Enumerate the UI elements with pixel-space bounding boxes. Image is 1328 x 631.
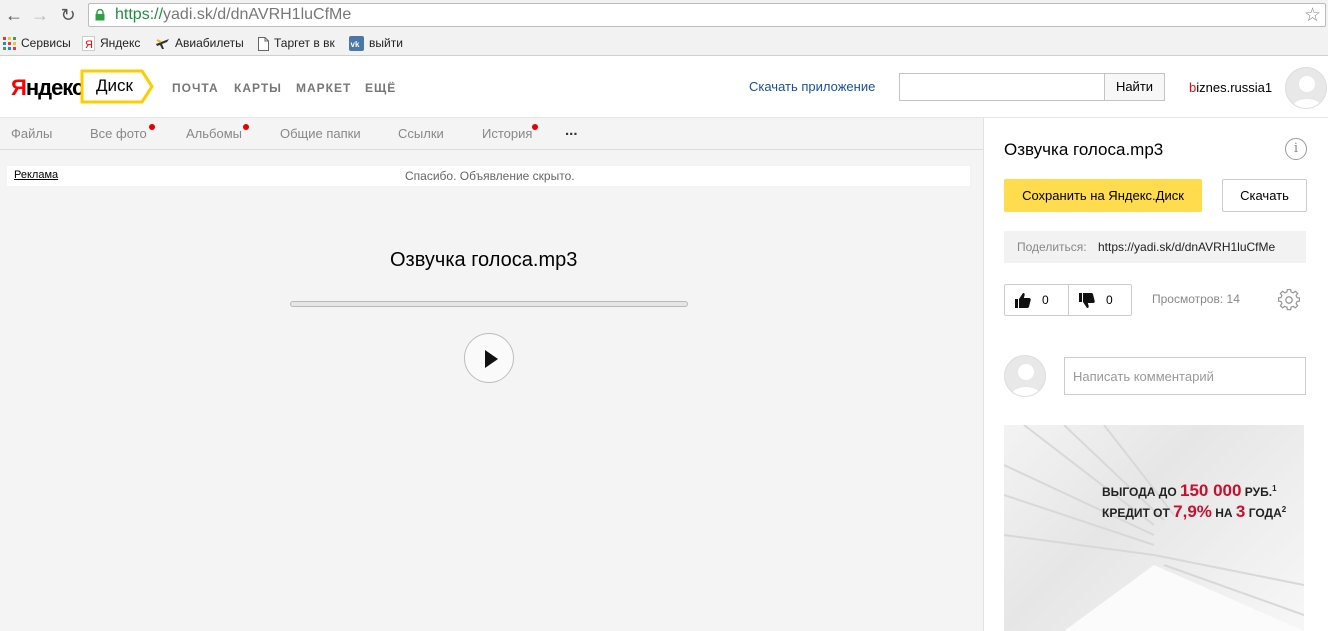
- ad-label-link[interactable]: Реклама: [14, 169, 58, 181]
- file-side-panel: Озвучка голоса.mp3 i Сохранить на Яндекс…: [983, 118, 1328, 631]
- dislike-button[interactable]: 0: [1069, 285, 1132, 315]
- tabs-more-button[interactable]: ...: [565, 122, 578, 139]
- notification-dot: [243, 124, 249, 130]
- play-button[interactable]: [464, 333, 514, 383]
- share-field[interactable]: Поделиться: https://yadi.sk/d/dnAVRH1luC…: [1004, 231, 1306, 263]
- views-count: Просмотров: 14: [1152, 292, 1240, 306]
- banner-text-line-1: ВЫГОДА ДО 150 000 РУБ.1: [1102, 481, 1277, 500]
- save-to-disk-button[interactable]: Сохранить на Яндекс.Диск: [1004, 179, 1202, 212]
- tab-history[interactable]: История: [482, 126, 532, 141]
- page-icon: [258, 36, 269, 51]
- user-avatar[interactable]: [1285, 67, 1327, 109]
- forward-arrow-icon[interactable]: →: [30, 5, 50, 25]
- svg-text:Я: Я: [85, 39, 93, 51]
- share-label: Поделиться:: [1017, 240, 1087, 254]
- bookmark-star-icon[interactable]: ☆: [1304, 4, 1321, 27]
- yandex-logo[interactable]: Яндекс: [11, 75, 84, 101]
- banner-text-line-2: КРЕДИТ ОТ 7,9% НА 3 ГОДА2: [1102, 502, 1287, 521]
- url-text: https://yadi.sk/d/dnAVRH1luCfMe: [115, 6, 352, 23]
- bookmark-logout[interactable]: vk выйти: [349, 34, 403, 52]
- search-input[interactable]: [899, 73, 1105, 101]
- comment-input[interactable]: Написать комментарий: [1064, 357, 1306, 395]
- share-link[interactable]: https://yadi.sk/d/dnAVRH1luCfMe: [1098, 240, 1275, 254]
- main-content: Реклама Спасибо. Объявление скрыто. Озву…: [0, 150, 983, 631]
- bookmark-aviabilety[interactable]: Авиабилеты: [155, 34, 244, 52]
- tab-albums[interactable]: Альбомы: [186, 126, 242, 141]
- yandex-favicon-icon: Я: [82, 36, 95, 52]
- audio-progress-bar[interactable]: [290, 301, 688, 307]
- notification-dot: [149, 124, 155, 130]
- address-bar[interactable]: https://yadi.sk/d/dnAVRH1luCfMe ☆: [88, 3, 1326, 27]
- file-title: Озвучка голоса.mp3: [390, 249, 578, 271]
- like-dislike-group: 0 0: [1004, 284, 1132, 316]
- vk-icon: vk: [349, 36, 364, 52]
- tab-links[interactable]: Ссылки: [398, 126, 444, 141]
- service-link-mail[interactable]: ПОЧТА: [172, 81, 219, 95]
- site-header: Яндекс Диск ПОЧТА КАРТЫ МАРКЕТ ЕЩЁ Скача…: [0, 57, 1328, 118]
- tab-shared-folders[interactable]: Общие папки: [280, 126, 361, 141]
- ad-hidden-text: Спасибо. Объявление скрыто.: [405, 169, 575, 183]
- tab-all-photos[interactable]: Все фото: [90, 126, 147, 141]
- service-link-maps[interactable]: КАРТЫ: [234, 81, 282, 95]
- bookmarks-bar: Сервисы Я Яндекс Авиабилеты Таргет в вк …: [0, 30, 1328, 56]
- lock-icon: [95, 9, 105, 21]
- bookmark-yandex[interactable]: Я Яндекс: [82, 34, 140, 52]
- ad-bar: Реклама Спасибо. Объявление скрыто.: [7, 166, 970, 186]
- thumbs-up-icon: [1015, 293, 1031, 308]
- info-icon[interactable]: i: [1285, 138, 1307, 160]
- banner-background-graphic: [1004, 425, 1304, 631]
- reload-icon[interactable]: ↻: [58, 5, 78, 25]
- thumbs-down-icon: [1079, 293, 1095, 308]
- dislike-count: 0: [1106, 293, 1113, 307]
- gear-icon[interactable]: [1278, 289, 1300, 311]
- like-count: 0: [1042, 293, 1049, 307]
- disk-tabs: Файлы Все фото Альбомы Общие папки Ссылк…: [0, 118, 983, 150]
- ad-banner[interactable]: ВЫГОДА ДО 150 000 РУБ.1 КРЕДИТ ОТ 7,9% Н…: [1004, 425, 1304, 631]
- username[interactable]: biznes.russia1: [1189, 80, 1272, 95]
- browser-toolbar: ← → ↻ https://yadi.sk/d/dnAVRH1luCfMe ☆: [0, 0, 1328, 30]
- download-app-link[interactable]: Скачать приложение: [749, 79, 875, 94]
- service-link-market[interactable]: МАРКЕТ: [296, 81, 351, 95]
- apps-grid-icon: [3, 37, 16, 51]
- user-silhouette-icon: [1011, 364, 1041, 396]
- back-arrow-icon[interactable]: ←: [4, 5, 24, 25]
- airplane-icon: [156, 39, 169, 50]
- bookmark-services[interactable]: Сервисы: [3, 34, 71, 52]
- user-silhouette-icon: [1292, 76, 1322, 108]
- notification-dot: [532, 124, 538, 130]
- play-icon: [485, 350, 498, 368]
- like-button[interactable]: 0: [1005, 285, 1068, 315]
- commenter-avatar: [1004, 355, 1046, 397]
- search-button[interactable]: Найти: [1104, 73, 1165, 101]
- service-link-more[interactable]: ЕЩЁ: [365, 81, 396, 95]
- tab-files[interactable]: Файлы: [11, 126, 52, 141]
- svg-text:vk: vk: [351, 40, 360, 49]
- side-file-title: Озвучка голоса.mp3: [1004, 140, 1164, 159]
- bookmark-target-vk[interactable]: Таргет в вк: [258, 34, 335, 52]
- download-button[interactable]: Скачать: [1222, 179, 1307, 212]
